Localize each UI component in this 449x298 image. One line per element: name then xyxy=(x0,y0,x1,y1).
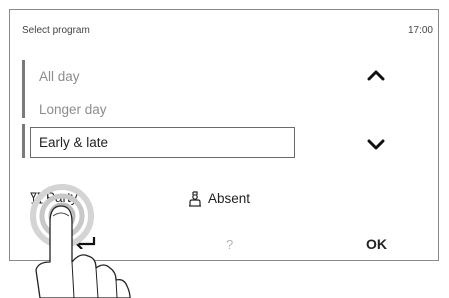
chevron-down-icon xyxy=(367,139,385,150)
ok-button[interactable]: OK xyxy=(366,236,387,252)
absent-label: Absent xyxy=(208,191,251,206)
screen: Select program 17:00 All day Longer day … xyxy=(0,0,449,298)
program-item-longer-day[interactable]: Longer day xyxy=(39,102,107,117)
suitcase-icon xyxy=(189,191,201,207)
selected-program-label: Early & late xyxy=(39,135,109,150)
program-item-all-day[interactable]: All day xyxy=(39,69,80,84)
back-arrow-icon xyxy=(75,237,96,250)
list-scroll-indicator-top xyxy=(22,60,25,118)
page-title: Select program xyxy=(22,25,90,36)
scroll-down-button[interactable] xyxy=(367,138,385,156)
program-item-selected[interactable]: Early & late xyxy=(30,127,295,158)
help-button[interactable]: ? xyxy=(226,237,233,252)
clock: 17:00 xyxy=(407,25,433,36)
party-label: Party xyxy=(46,190,78,205)
back-button[interactable] xyxy=(74,235,96,254)
party-glasses-icon xyxy=(30,192,44,204)
scroll-up-button[interactable] xyxy=(367,68,385,86)
list-scroll-indicator-bottom xyxy=(22,124,25,158)
chevron-up-icon xyxy=(367,70,385,81)
